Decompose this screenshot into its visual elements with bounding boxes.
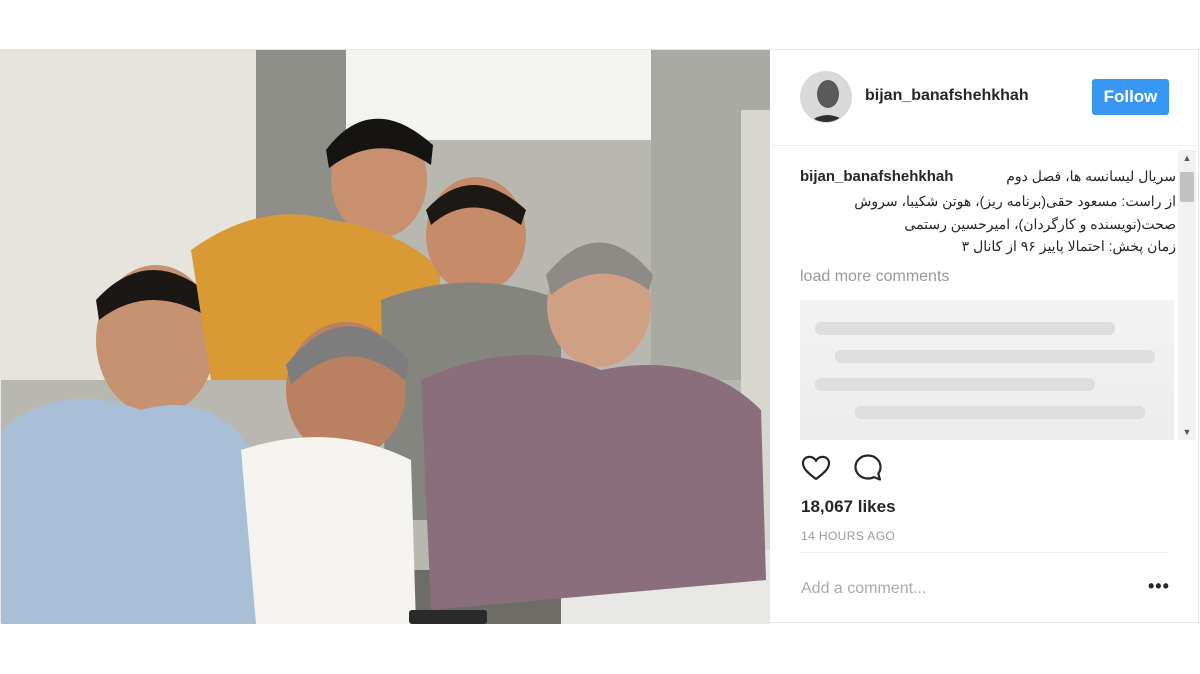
like-count[interactable]: 18,067 likes bbox=[801, 497, 896, 517]
comments-scrollbar[interactable]: ▲ ▼ bbox=[1178, 150, 1196, 440]
follow-button[interactable]: Follow bbox=[1092, 79, 1169, 115]
blurred-comments bbox=[800, 300, 1174, 440]
post-timestamp: 14 HOURS AGO bbox=[801, 529, 896, 543]
avatar-image bbox=[801, 72, 851, 122]
comments-section: bijan_banafshehkhah سریال لیسانسه ها، فص… bbox=[800, 168, 1176, 440]
comment-divider bbox=[800, 552, 1169, 553]
heart-icon[interactable] bbox=[800, 452, 834, 486]
caption-username[interactable]: bijan_banafshehkhah bbox=[800, 168, 953, 185]
post-username[interactable]: bijan_banafshehkhah bbox=[865, 87, 1029, 105]
scroll-down-icon[interactable]: ▼ bbox=[1178, 424, 1196, 440]
scroll-thumb[interactable] bbox=[1180, 172, 1194, 202]
more-options-icon[interactable]: ••• bbox=[1148, 576, 1170, 597]
load-more-comments-link[interactable]: load more comments bbox=[800, 268, 949, 286]
comment-icon[interactable] bbox=[852, 452, 886, 486]
post-header: bijan_banafshehkhah Follow bbox=[770, 50, 1199, 146]
caption-line-4: زمان پخش: احتمالا پاییز ۹۶ از کانال ۳ bbox=[961, 238, 1176, 254]
scroll-up-icon[interactable]: ▲ bbox=[1178, 150, 1196, 166]
caption-line-3: صحت(نویسنده و کارگردان)، امیرحسین رستمی bbox=[904, 216, 1176, 232]
caption-line-2: از راست: مسعود حقی(برنامه ریز)، هوتن شکی… bbox=[854, 193, 1176, 209]
add-comment-input[interactable] bbox=[801, 580, 1121, 598]
post-photo[interactable] bbox=[1, 50, 770, 624]
caption-line-1: سریال لیسانسه ها، فصل دوم bbox=[1006, 168, 1176, 184]
post-card: bijan_banafshehkhah Follow bijan_banafsh… bbox=[0, 49, 1200, 624]
avatar[interactable] bbox=[800, 71, 852, 123]
post-sidebar: bijan_banafshehkhah Follow bijan_banafsh… bbox=[770, 50, 1200, 624]
group-photo bbox=[1, 50, 770, 624]
